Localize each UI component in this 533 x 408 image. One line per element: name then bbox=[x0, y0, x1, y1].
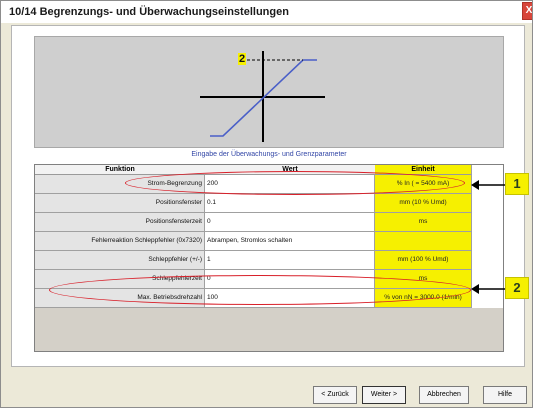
limit-curve-graphic bbox=[200, 51, 325, 142]
row-unit bbox=[375, 232, 471, 250]
row-unit: ms bbox=[375, 213, 471, 231]
content-panel: 2 Eingabe der Überwachungs- und Grenzpar… bbox=[11, 25, 525, 367]
row-function-label: Schleppfehler (+/-) bbox=[35, 251, 205, 269]
dialog-window: 10/14 Begrenzungs- und Überwachungseinst… bbox=[0, 0, 533, 408]
close-button[interactable]: X bbox=[522, 2, 533, 20]
following-error-field[interactable]: 1 bbox=[205, 251, 375, 269]
position-window-time-field[interactable]: 0 bbox=[205, 213, 375, 231]
help-button[interactable]: Hilfe bbox=[483, 386, 527, 404]
table-empty-area bbox=[35, 308, 503, 351]
limit-diagram: 2 bbox=[34, 36, 504, 148]
callout-badge-2: 2 bbox=[505, 277, 529, 299]
close-icon: X bbox=[525, 5, 533, 16]
following-error-reaction-select[interactable]: Abrampen, Stromlos schalten bbox=[205, 232, 375, 250]
back-button[interactable]: < Zurück bbox=[313, 386, 357, 404]
diagram-limit-marker: 2 bbox=[238, 53, 247, 65]
table-row: Fehlerreaktion Schleppfehler (0x7320) Ab… bbox=[35, 232, 503, 251]
row-function-label: Positionsfensterzeit bbox=[35, 213, 205, 231]
title-bar: 10/14 Begrenzungs- und Überwachungseinst… bbox=[1, 1, 533, 23]
table-row: Positionsfenster 0.1 mm (10 % Umd) bbox=[35, 194, 503, 213]
callout-badge-1: 1 bbox=[505, 173, 529, 195]
row-function-label: Positionsfenster bbox=[35, 194, 205, 212]
table-caption: Eingabe der Überwachungs- und Grenzparam… bbox=[191, 151, 347, 158]
row-function-label: Fehlerreaktion Schleppfehler (0x7320) bbox=[35, 232, 205, 250]
row-unit: mm (100 % Umd) bbox=[375, 251, 471, 269]
table-row: Schleppfehler (+/-) 1 mm (100 % Umd) bbox=[35, 251, 503, 270]
button-bar: < Zurück Weiter > Abbrechen Hilfe bbox=[1, 379, 532, 407]
next-button[interactable]: Weiter > bbox=[362, 386, 406, 404]
dialog-title: 10/14 Begrenzungs- und Überwachungseinst… bbox=[9, 6, 289, 18]
row-unit: mm (10 % Umd) bbox=[375, 194, 471, 212]
position-window-field[interactable]: 0.1 bbox=[205, 194, 375, 212]
cancel-button[interactable]: Abbrechen bbox=[419, 386, 469, 404]
highlight-ellipse-current-limit bbox=[125, 171, 465, 195]
table-row: Positionsfensterzeit 0 ms bbox=[35, 213, 503, 232]
highlight-ellipse-max-speed bbox=[49, 275, 471, 305]
